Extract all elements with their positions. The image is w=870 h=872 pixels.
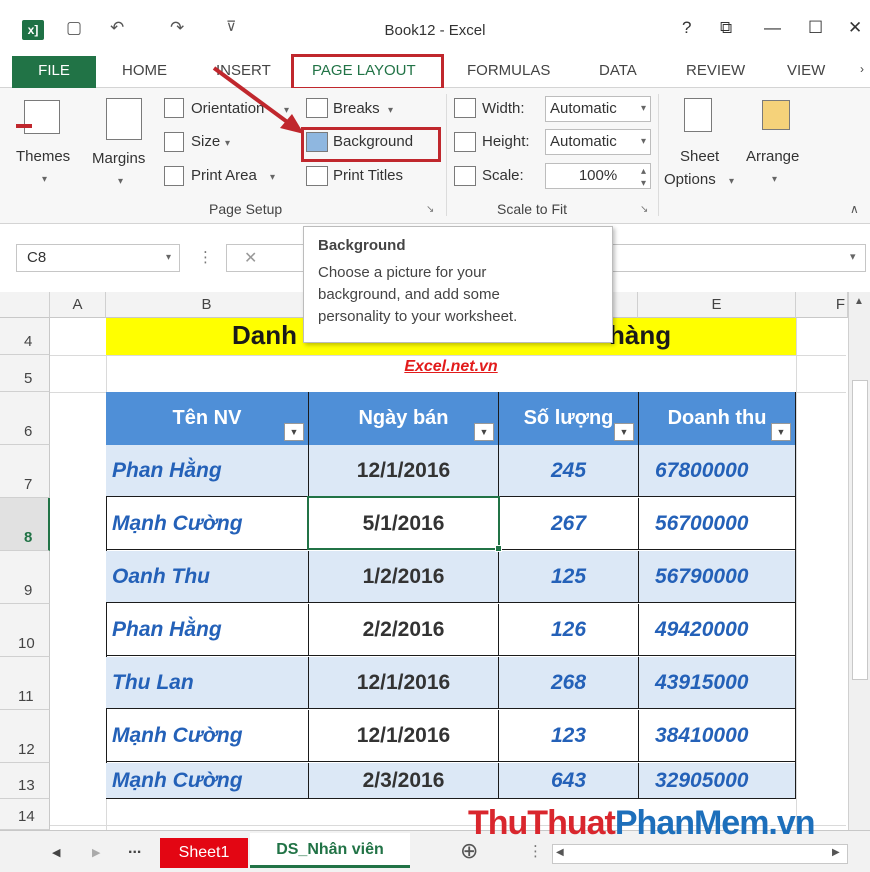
- scroll-up-icon[interactable]: ▲: [854, 296, 864, 307]
- row-header-11[interactable]: 11: [0, 657, 50, 710]
- name-box-dropdown-icon[interactable]: ▾: [166, 245, 171, 271]
- scroll-right-icon[interactable]: ▶: [832, 847, 840, 858]
- gridline: [796, 318, 797, 830]
- header-ngay-ban[interactable]: Ngày bán ▼: [309, 392, 499, 445]
- horizontal-scrollbar[interactable]: [552, 844, 848, 864]
- next-sheet-icon[interactable]: ▶: [92, 846, 100, 859]
- gridline: [50, 355, 846, 356]
- tooltip-line: personality to your worksheet.: [318, 308, 518, 325]
- header-label: Ngày bán: [358, 407, 449, 429]
- row-header-13[interactable]: 13: [0, 763, 50, 799]
- row-header-10[interactable]: 10: [0, 604, 50, 657]
- more-sheets-button[interactable]: ...: [128, 840, 141, 858]
- table-cell-revenue[interactable]: 32905000: [639, 763, 796, 799]
- filter-dropdown-icon[interactable]: ▼: [614, 423, 634, 441]
- table-cell-date[interactable]: 2/2/2016: [309, 604, 499, 656]
- prev-sheet-icon[interactable]: ◀: [52, 846, 60, 859]
- tooltip-line: Choose a picture for your: [318, 264, 487, 281]
- expand-formula-icon[interactable]: ▾: [850, 250, 856, 263]
- tooltip-title: Background: [318, 237, 406, 254]
- table-cell-date[interactable]: 2/3/2016: [309, 763, 499, 799]
- row-header-8[interactable]: 8: [0, 498, 50, 551]
- table-cell-revenue[interactable]: 43915000: [639, 657, 796, 709]
- fill-handle[interactable]: [495, 545, 502, 552]
- active-cell-selection: [307, 496, 500, 550]
- column-header-b[interactable]: B: [106, 292, 308, 318]
- vertical-scroll-thumb[interactable]: [852, 380, 868, 680]
- sheet-tab-ds-nhan-vien[interactable]: DS_Nhân viên: [250, 833, 410, 868]
- cancel-icon[interactable]: ✕: [244, 248, 257, 268]
- select-all-corner[interactable]: [0, 292, 50, 318]
- scroll-left-icon[interactable]: ◀: [556, 847, 564, 858]
- row-header-5[interactable]: 5: [0, 355, 50, 392]
- row-header-9[interactable]: 9: [0, 551, 50, 604]
- header-doanh-thu[interactable]: Doanh thu ▼: [639, 392, 796, 445]
- table-cell-date[interactable]: 12/1/2016: [309, 445, 499, 497]
- table-cell-name[interactable]: Phan Hằng: [106, 445, 309, 497]
- column-header-a[interactable]: A: [50, 292, 106, 318]
- header-label: Tên NV: [172, 407, 242, 429]
- table-cell-date[interactable]: 12/1/2016: [309, 710, 499, 762]
- row-header-7[interactable]: 7: [0, 445, 50, 498]
- table-cell-revenue[interactable]: 49420000: [639, 604, 796, 656]
- watermark-logo: ThuThuatPhanMem.vn: [468, 804, 816, 842]
- filter-dropdown-icon[interactable]: ▼: [284, 423, 304, 441]
- header-ten-nv[interactable]: Tên NV ▼: [106, 392, 309, 445]
- table-cell-quantity[interactable]: 643: [499, 763, 639, 799]
- column-header-f[interactable]: F: [796, 292, 848, 318]
- header-label: Số lượng: [523, 407, 614, 429]
- table-cell-revenue[interactable]: 67800000: [639, 445, 796, 497]
- table-cell-quantity[interactable]: 268: [499, 657, 639, 709]
- name-box-value: C8: [27, 249, 47, 266]
- table-cell-name[interactable]: Oanh Thu: [106, 551, 309, 603]
- banner-text-right: hàng: [609, 320, 672, 350]
- header-label: Doanh thu: [667, 407, 767, 429]
- table-cell-name[interactable]: Mạnh Cường: [106, 498, 309, 550]
- tooltip-line: background, and add some: [318, 286, 500, 303]
- table-cell-quantity[interactable]: 123: [499, 710, 639, 762]
- table-cell-quantity[interactable]: 126: [499, 604, 639, 656]
- table-cell-quantity[interactable]: 125: [499, 551, 639, 603]
- banner-text-left: Danh: [232, 320, 297, 350]
- row-header-4[interactable]: 4: [0, 318, 50, 355]
- row-header-12[interactable]: 12: [0, 710, 50, 763]
- table-cell-date[interactable]: 12/1/2016: [309, 657, 499, 709]
- tabs-splitter-icon[interactable]: ⋮: [528, 842, 543, 860]
- table-cell-name[interactable]: Thu Lan: [106, 657, 309, 709]
- table-cell-date[interactable]: 1/2/2016: [309, 551, 499, 603]
- table-cell-name[interactable]: Mạnh Cường: [106, 763, 309, 799]
- background-tooltip: Background Choose a picture for your bac…: [303, 226, 613, 343]
- column-header-e[interactable]: E: [638, 292, 796, 318]
- table-cell-quantity[interactable]: 245: [499, 445, 639, 497]
- site-link[interactable]: Excel.net.vn: [106, 358, 796, 376]
- table-cell-quantity[interactable]: 267: [499, 498, 639, 550]
- table-cell-name[interactable]: Phan Hằng: [106, 604, 309, 656]
- filter-dropdown-icon[interactable]: ▼: [474, 423, 494, 441]
- name-box[interactable]: C8 ▾: [16, 244, 180, 272]
- table-cell-revenue[interactable]: 56790000: [639, 551, 796, 603]
- formula-dots-icon: ⋮: [198, 249, 213, 266]
- row-header-14[interactable]: 14: [0, 799, 50, 830]
- table-cell-name[interactable]: Mạnh Cường: [106, 710, 309, 762]
- sheet-tab-sheet1[interactable]: Sheet1: [160, 838, 248, 868]
- table-cell-revenue[interactable]: 38410000: [639, 710, 796, 762]
- table-cell-revenue[interactable]: 56700000: [639, 498, 796, 550]
- filter-dropdown-icon[interactable]: ▼: [771, 423, 791, 441]
- header-so-luong[interactable]: Số lượng ▼: [499, 392, 639, 445]
- row-header-6[interactable]: 6: [0, 392, 50, 445]
